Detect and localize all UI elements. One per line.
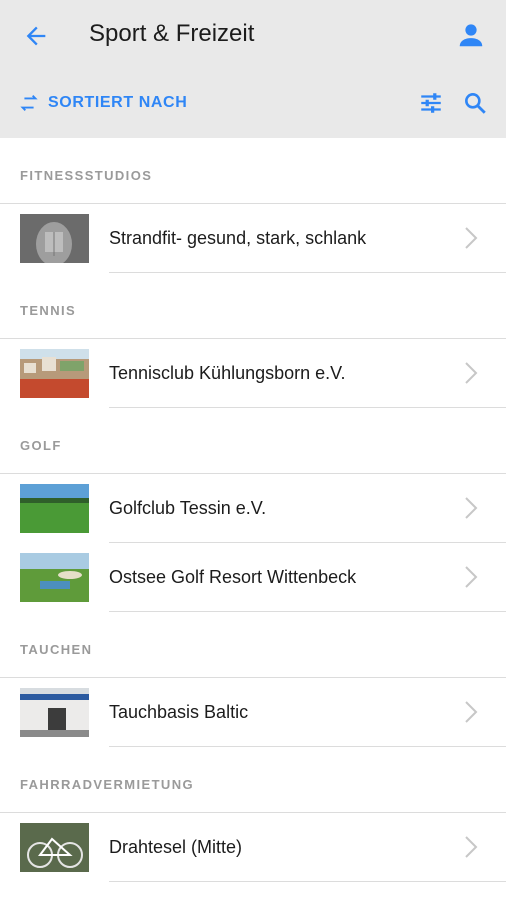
section-fitness: FITNESSSTUDIOS Strandfit- gesund, stark,… — [0, 138, 506, 273]
chevron-right-icon — [465, 836, 478, 858]
section-title: GOLF — [0, 408, 506, 474]
thumbnail-image — [20, 349, 89, 398]
list-item[interactable]: Ostsee Golf Resort Wittenbeck — [0, 543, 506, 612]
section-tennis: TENNIS Tennisclub Kühlungsborn e.V. — [0, 273, 506, 408]
item-label: Drahtesel (Mitte) — [109, 837, 243, 857]
list-item[interactable]: Tauchbasis Baltic — [0, 678, 506, 747]
swap-icon — [20, 95, 38, 111]
section-title: TAUCHEN — [0, 612, 506, 678]
thumbnail-image — [20, 823, 89, 872]
chevron-right-icon — [465, 566, 478, 588]
list-item[interactable]: Golfclub Tessin e.V. — [0, 474, 506, 543]
item-label: Tennisclub Kühlungsborn e.V. — [109, 363, 346, 383]
divider — [109, 746, 506, 747]
sort-button[interactable]: SORTIERT NACH — [18, 92, 187, 114]
list-item[interactable]: Tennisclub Kühlungsborn e.V. — [0, 339, 506, 408]
section-title: TENNIS — [0, 273, 506, 339]
section-golf: GOLF Golfclub Tessin e.V. Ostsee Golf Re… — [0, 408, 506, 612]
section-title: FAHRRADVERMIETUNG — [0, 747, 506, 813]
app-header: Sport & Freizeit SORTIERT NACH — [0, 0, 506, 138]
chevron-right-icon — [465, 362, 478, 384]
item-label: Ostsee Golf Resort Wittenbeck — [109, 567, 357, 587]
search-icon[interactable] — [462, 90, 488, 116]
chevron-right-icon — [465, 701, 478, 723]
thumbnail-image — [20, 484, 89, 533]
page-title: Sport & Freizeit — [89, 20, 255, 47]
divider — [109, 407, 506, 408]
section-bike-rental: FAHRRADVERMIETUNG Drahtesel (Mitte) — [0, 747, 506, 882]
list-item[interactable]: Drahtesel (Mitte) — [0, 813, 506, 882]
list-item[interactable]: Strandfit- gesund, stark, schlank — [0, 204, 506, 273]
chevron-right-icon — [465, 497, 478, 519]
back-arrow-icon[interactable] — [22, 22, 50, 50]
item-label: Golfclub Tessin e.V. — [109, 498, 267, 518]
chevron-right-icon — [465, 227, 478, 249]
item-label: Tauchbasis Baltic — [109, 702, 249, 722]
divider — [109, 611, 506, 612]
thumbnail-image — [20, 553, 89, 602]
sort-label: SORTIERT NACH — [48, 94, 188, 111]
thumbnail-image — [20, 214, 89, 263]
filter-sliders-icon[interactable] — [418, 90, 444, 116]
item-label: Strandfit- gesund, stark, schlank — [109, 228, 367, 248]
divider — [109, 881, 506, 882]
section-title: FITNESSSTUDIOS — [0, 138, 506, 204]
user-icon[interactable] — [456, 20, 486, 50]
divider — [109, 272, 506, 273]
section-diving: TAUCHEN Tauchbasis Baltic — [0, 612, 506, 747]
thumbnail-image — [20, 688, 89, 737]
